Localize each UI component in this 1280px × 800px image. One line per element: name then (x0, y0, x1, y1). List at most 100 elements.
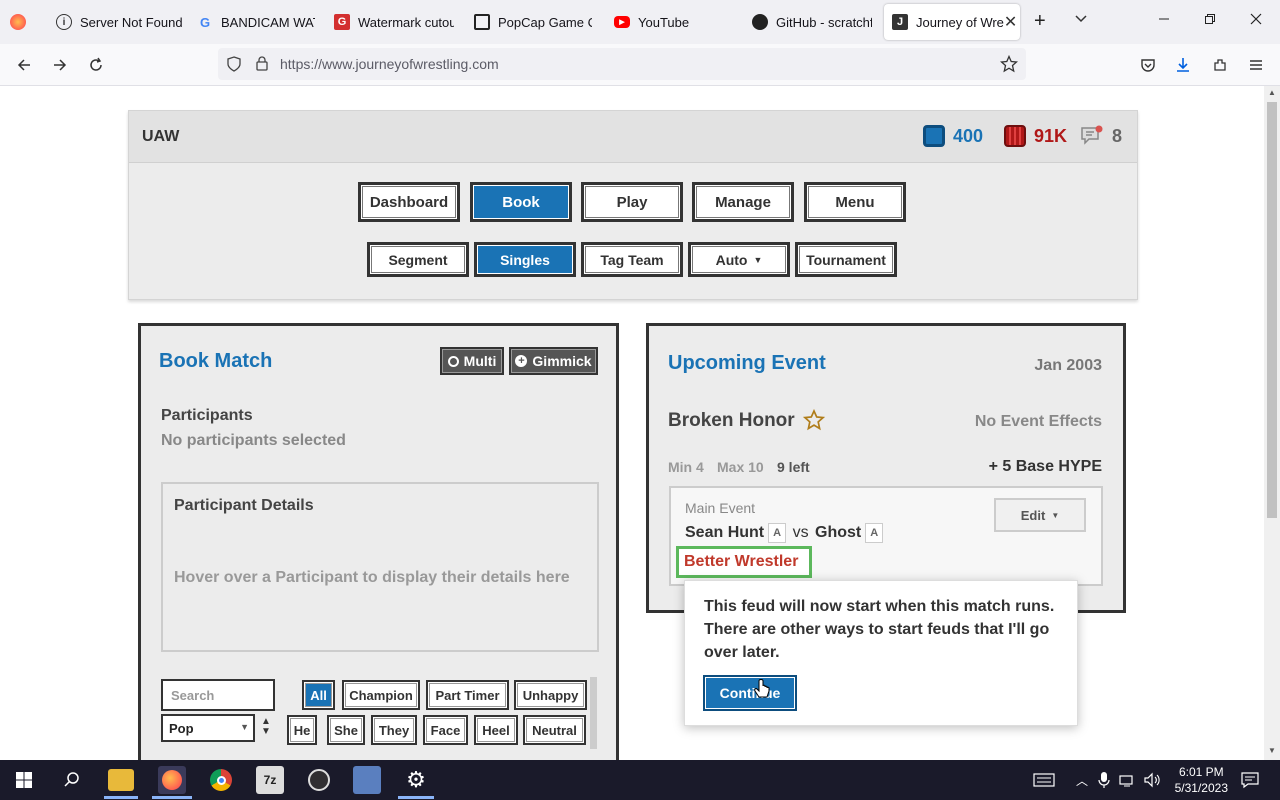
gimmick-button[interactable]: + Gimmick (509, 347, 598, 375)
filter-part-timer-button[interactable]: Part Timer (426, 680, 509, 710)
tab-popcap[interactable]: PopCap Game Col (474, 4, 592, 40)
multi-toggle-button[interactable]: Multi (440, 347, 504, 375)
credits-stat[interactable]: 400 (923, 125, 983, 147)
minimize-window-icon[interactable] (1158, 12, 1170, 30)
pocket-icon[interactable] (1137, 54, 1159, 76)
subnav-singles-button[interactable]: Singles (474, 242, 576, 277)
sort-order-icon[interactable]: ▲ ▼ (261, 717, 271, 737)
caret-down-icon: ▼ (1051, 510, 1060, 520)
search-icon[interactable] (58, 766, 86, 794)
filter-scrollbar[interactable] (590, 677, 597, 749)
subnav-auto-dropdown[interactable]: Auto ▼ (688, 242, 790, 277)
volume-icon[interactable] (1138, 766, 1166, 794)
taskbar-clock[interactable]: 6:01 PM 5/31/2023 (1175, 764, 1228, 796)
url-bar[interactable]: https://www.journeyofwrestling.com (218, 48, 1026, 80)
messages-stat[interactable]: 8 (1080, 125, 1122, 147)
nav-play-button[interactable]: Play (581, 182, 683, 222)
event-hype: + 5 Base HYPE (988, 458, 1102, 475)
reload-icon[interactable] (85, 54, 107, 76)
filter-heel-button[interactable]: Heel (474, 715, 518, 745)
tab-server-not-found[interactable]: i Server Not Found (56, 4, 182, 40)
subnav-tag-team-button[interactable]: Tag Team (581, 242, 683, 277)
tab-youtube[interactable]: ▶ YouTube (614, 4, 724, 40)
settings-gear-icon[interactable]: ⚙ (402, 766, 430, 794)
scroll-up-icon[interactable]: ▲ (1268, 88, 1276, 97)
app-menu-icon[interactable] (1245, 54, 1267, 76)
file-explorer-icon[interactable] (108, 769, 134, 791)
filter-neutral-button[interactable]: Neutral (523, 715, 586, 745)
restore-window-icon[interactable] (1204, 12, 1216, 30)
shield-icon[interactable] (226, 56, 242, 77)
book-match-card: Book Match Multi + Gimmick Participants … (138, 323, 619, 760)
url-text[interactable]: https://www.journeyofwrestling.com (280, 56, 499, 72)
tab-watermark[interactable]: G Watermark cutout (334, 4, 454, 40)
extensions-icon[interactable] (1209, 54, 1231, 76)
participant-details-heading: Participant Details (174, 497, 314, 514)
close-window-icon[interactable] (1250, 12, 1262, 30)
favorite-star-icon[interactable] (802, 408, 826, 436)
nav-manage-button[interactable]: Manage (692, 182, 794, 222)
downloads-icon[interactable] (1172, 54, 1194, 76)
github-icon (752, 14, 768, 30)
filter-they-button[interactable]: They (371, 715, 417, 745)
file-explorer-indicator (104, 796, 138, 799)
wrestler-2-name[interactable]: Ghost (815, 524, 861, 541)
firefox-taskbar-icon[interactable] (158, 766, 186, 794)
subnav-tournament-button[interactable]: Tournament (795, 242, 897, 277)
paint-icon[interactable] (353, 766, 381, 794)
windows-start-icon[interactable] (10, 766, 38, 794)
chrome-logo (210, 769, 232, 791)
match-label: Main Event (685, 500, 756, 516)
gimmick-label: Gimmick (532, 353, 592, 369)
sort-select[interactable]: Pop ▼ (161, 714, 255, 742)
filter-she-button[interactable]: She (327, 715, 365, 745)
filter-all-button[interactable]: All (302, 680, 335, 710)
tab-label: YouTube (638, 14, 690, 30)
participant-details-box: Participant Details Hover over a Partici… (161, 482, 599, 652)
tab-journey-of-wrestling[interactable]: J Journey of Wre ✕ (884, 4, 1020, 40)
edit-match-dropdown[interactable]: Edit ▼ (994, 498, 1086, 532)
scroll-thumb[interactable] (1267, 102, 1277, 518)
continue-button[interactable]: Continue (703, 675, 797, 711)
wrestler-1-name[interactable]: Sean Hunt (685, 524, 764, 541)
participant-search-input[interactable]: Search (161, 679, 275, 711)
bookmark-star-icon[interactable] (999, 54, 1019, 78)
filter-face-button[interactable]: Face (423, 715, 468, 745)
subnav-segment-button[interactable]: Segment (367, 242, 469, 277)
journey-icon: J (892, 14, 908, 30)
obs-logo (308, 769, 330, 791)
page-scrollbar[interactable]: ▲ ▼ (1264, 86, 1280, 760)
mouse-cursor-icon (753, 679, 771, 706)
nav-menu-button[interactable]: Menu (804, 182, 906, 222)
nav-book-button[interactable]: Book (470, 182, 572, 222)
youtube-icon: ▶ (614, 16, 630, 28)
tab-github[interactable]: GitHub - scratchfo (752, 4, 872, 40)
forward-arrow-icon[interactable] (49, 54, 71, 76)
money-stat[interactable]: 91K (1004, 125, 1067, 147)
filter-champion-button[interactable]: Champion (342, 680, 420, 710)
keyboard-icon[interactable] (1030, 766, 1058, 794)
book-match-title: Book Match (159, 350, 273, 372)
list-all-tabs-icon[interactable] (1074, 11, 1088, 30)
firefox-icon (162, 770, 182, 790)
obs-icon[interactable] (305, 766, 333, 794)
back-arrow-icon[interactable] (13, 54, 35, 76)
notifications-icon[interactable] (1236, 766, 1264, 794)
filter-he-button[interactable]: He (287, 715, 317, 745)
filter-unhappy-button[interactable]: Unhappy (514, 680, 587, 710)
lock-icon[interactable] (254, 55, 270, 76)
tab-bandicam[interactable]: G BANDICAM WATE (197, 4, 315, 40)
credits-icon (923, 125, 945, 147)
auto-label: Auto (715, 251, 748, 268)
watermark-g-icon: G (334, 14, 350, 30)
match-participants: Sean Hunt A vs Ghost A (685, 523, 884, 543)
caret-down-icon: ▼ (753, 254, 763, 265)
7zip-icon[interactable]: 7z (256, 766, 284, 794)
firefox-menu-tab[interactable] (10, 4, 32, 40)
better-wrestler-highlight: Better Wrestler (676, 546, 812, 578)
new-tab-button[interactable]: + (1034, 10, 1046, 33)
chrome-icon[interactable] (207, 766, 235, 794)
scroll-down-icon[interactable]: ▼ (1268, 746, 1276, 755)
close-tab-icon[interactable]: ✕ (1004, 12, 1017, 32)
nav-dashboard-button[interactable]: Dashboard (358, 182, 460, 222)
